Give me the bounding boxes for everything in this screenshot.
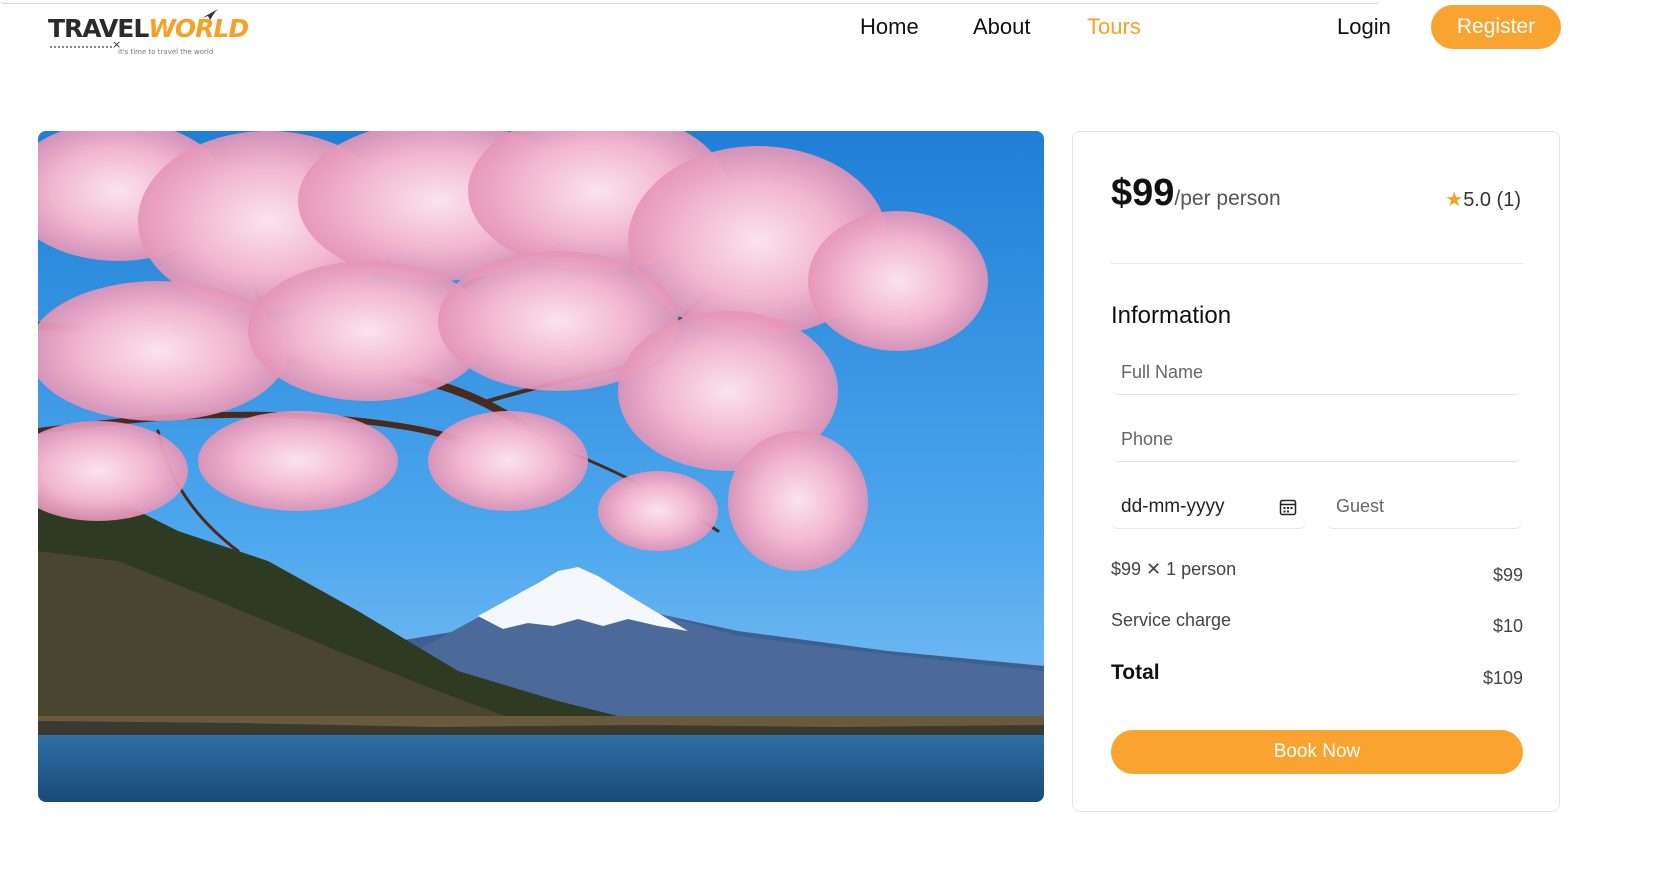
book-now-button[interactable]: Book Now — [1111, 730, 1523, 774]
nav-about-link[interactable]: About — [973, 12, 1031, 42]
price-display: $99/per person — [1111, 172, 1281, 215]
phone-input[interactable] — [1111, 418, 1523, 462]
card-divider — [1111, 263, 1523, 264]
line-item-value: $99 — [1492, 565, 1523, 585]
site-header: TRAVELWORLD × it's time to travel the wo… — [0, 0, 1668, 60]
nav-home-link[interactable]: Home — [860, 12, 919, 42]
total-label: Total — [1111, 661, 1160, 684]
register-button[interactable]: Register — [1431, 5, 1561, 49]
nav-tours-link[interactable]: Tours — [1087, 12, 1141, 42]
guest-input[interactable] — [1326, 485, 1523, 529]
date-input-value: dd-mm-yyyy — [1121, 495, 1225, 517]
price-unit: /per person — [1174, 187, 1281, 210]
logo-world-text: WORLD — [148, 14, 249, 43]
travelworld-logo[interactable]: TRAVELWORLD × it's time to travel the wo… — [48, 8, 249, 58]
rating-value: 5.0 (1) — [1463, 189, 1521, 211]
logo-travel-text: TRAVEL — [48, 14, 149, 43]
login-link[interactable]: Login — [1337, 12, 1391, 42]
cherry-blossom-mount-fuji-photo — [38, 131, 1044, 802]
total-value: $109 — [1482, 668, 1523, 688]
star-icon: ★ — [1445, 189, 1464, 211]
information-heading: Information — [1111, 302, 1232, 329]
service-charge-value: $10 — [1492, 616, 1523, 636]
service-charge-label: Service charge — [1111, 610, 1232, 630]
logo-tagline: it's time to travel the world — [118, 48, 214, 56]
full-name-input[interactable] — [1111, 351, 1523, 395]
date-input[interactable]: dd-mm-yyyy — [1111, 485, 1307, 529]
price-amount: $99 — [1111, 172, 1175, 214]
airplane-icon — [202, 9, 218, 20]
logo-dotted-line — [50, 46, 112, 48]
line-item-label: $99 ✕ 1 person — [1111, 559, 1237, 579]
tour-rating: ★5.0 (1) — [1445, 187, 1521, 212]
tour-hero-image — [38, 131, 1044, 802]
booking-card: $99/per person ★5.0 (1) Information dd-m… — [1072, 131, 1560, 812]
calendar-icon[interactable] — [1279, 498, 1297, 516]
